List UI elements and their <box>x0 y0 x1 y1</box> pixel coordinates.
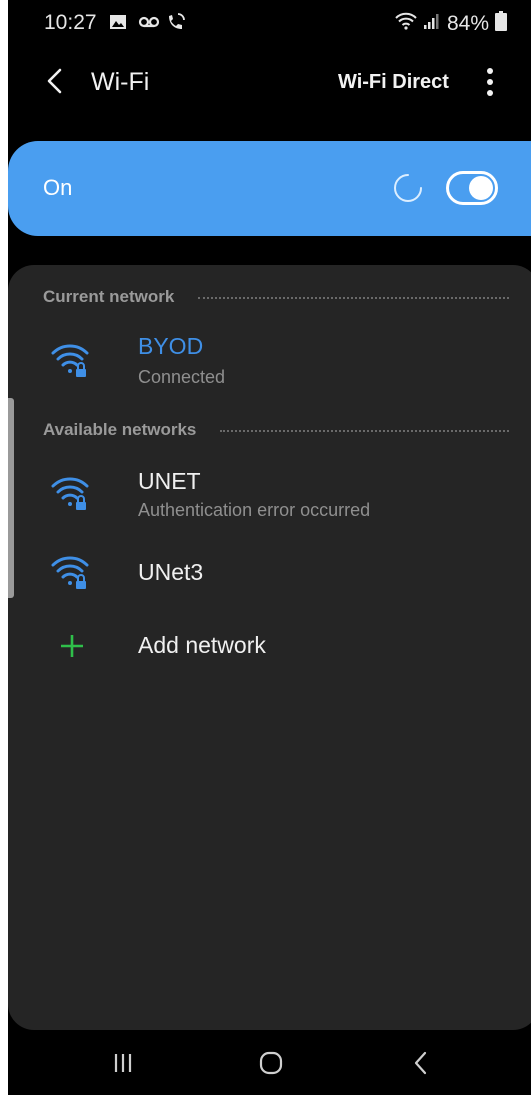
page-title: Wi-Fi <box>91 68 150 96</box>
status-right-group: 84% <box>395 11 507 37</box>
available-networks-header: Available networks <box>43 420 509 440</box>
toggle-knob <box>469 176 493 200</box>
add-network-button[interactable]: Add network <box>8 620 531 680</box>
wifi-master-switch-card[interactable]: On <box>8 141 531 236</box>
network-name: UNET <box>138 468 201 494</box>
scroll-indicator[interactable] <box>8 398 14 598</box>
battery-percent: 84% <box>446 12 489 35</box>
gallery-icon <box>108 12 128 32</box>
network-name: UNet3 <box>138 559 204 585</box>
battery-icon <box>495 11 507 37</box>
wifi-direct-button[interactable]: Wi-Fi Direct <box>338 71 449 94</box>
app-bar: Wi-Fi Wi-Fi Direct <box>8 48 531 118</box>
back-icon[interactable] <box>406 1048 436 1078</box>
network-name: BYOD <box>138 333 204 359</box>
network-status: Authentication error occurred <box>138 500 371 520</box>
wifi-locked-icon <box>50 553 92 591</box>
wifi-locked-icon <box>50 341 92 379</box>
wifi-toggle-switch[interactable] <box>446 171 498 205</box>
home-icon[interactable] <box>256 1048 286 1078</box>
section-divider <box>220 430 509 432</box>
master-switch-label: On <box>43 175 73 200</box>
network-row-unet3[interactable]: UNet3 <box>8 545 531 605</box>
section-divider <box>198 297 509 299</box>
cell-signal-icon <box>423 12 441 36</box>
add-network-label: Add network <box>138 632 266 658</box>
wifi-signal-icon <box>395 12 417 36</box>
current-network-header: Current network <box>43 287 509 307</box>
network-list-panel: Current network BYOD Connected Available… <box>8 265 531 1030</box>
status-bar: 10:27 84% <box>8 0 531 48</box>
plus-icon <box>58 632 86 660</box>
network-status: Connected <box>138 367 226 387</box>
current-network-header-label: Current network <box>43 287 175 306</box>
phone-screen: 10:27 84% Wi-Fi Wi-Fi Direct On Current … <box>8 0 531 1095</box>
wifi-locked-icon <box>50 474 92 512</box>
network-row-unet[interactable]: UNET Authentication error occurred <box>8 460 531 530</box>
navigation-bar <box>8 1030 531 1095</box>
network-row-byod[interactable]: BYOD Connected <box>8 325 531 395</box>
status-time: 10:27 <box>44 11 97 34</box>
back-arrow-icon[interactable] <box>40 66 70 96</box>
available-networks-header-label: Available networks <box>43 420 197 439</box>
voicemail-icon <box>138 12 160 32</box>
recents-icon[interactable] <box>108 1048 138 1078</box>
scanning-spinner-icon <box>392 172 424 204</box>
wifi-call-icon <box>166 12 186 32</box>
more-options-icon[interactable] <box>478 64 502 100</box>
